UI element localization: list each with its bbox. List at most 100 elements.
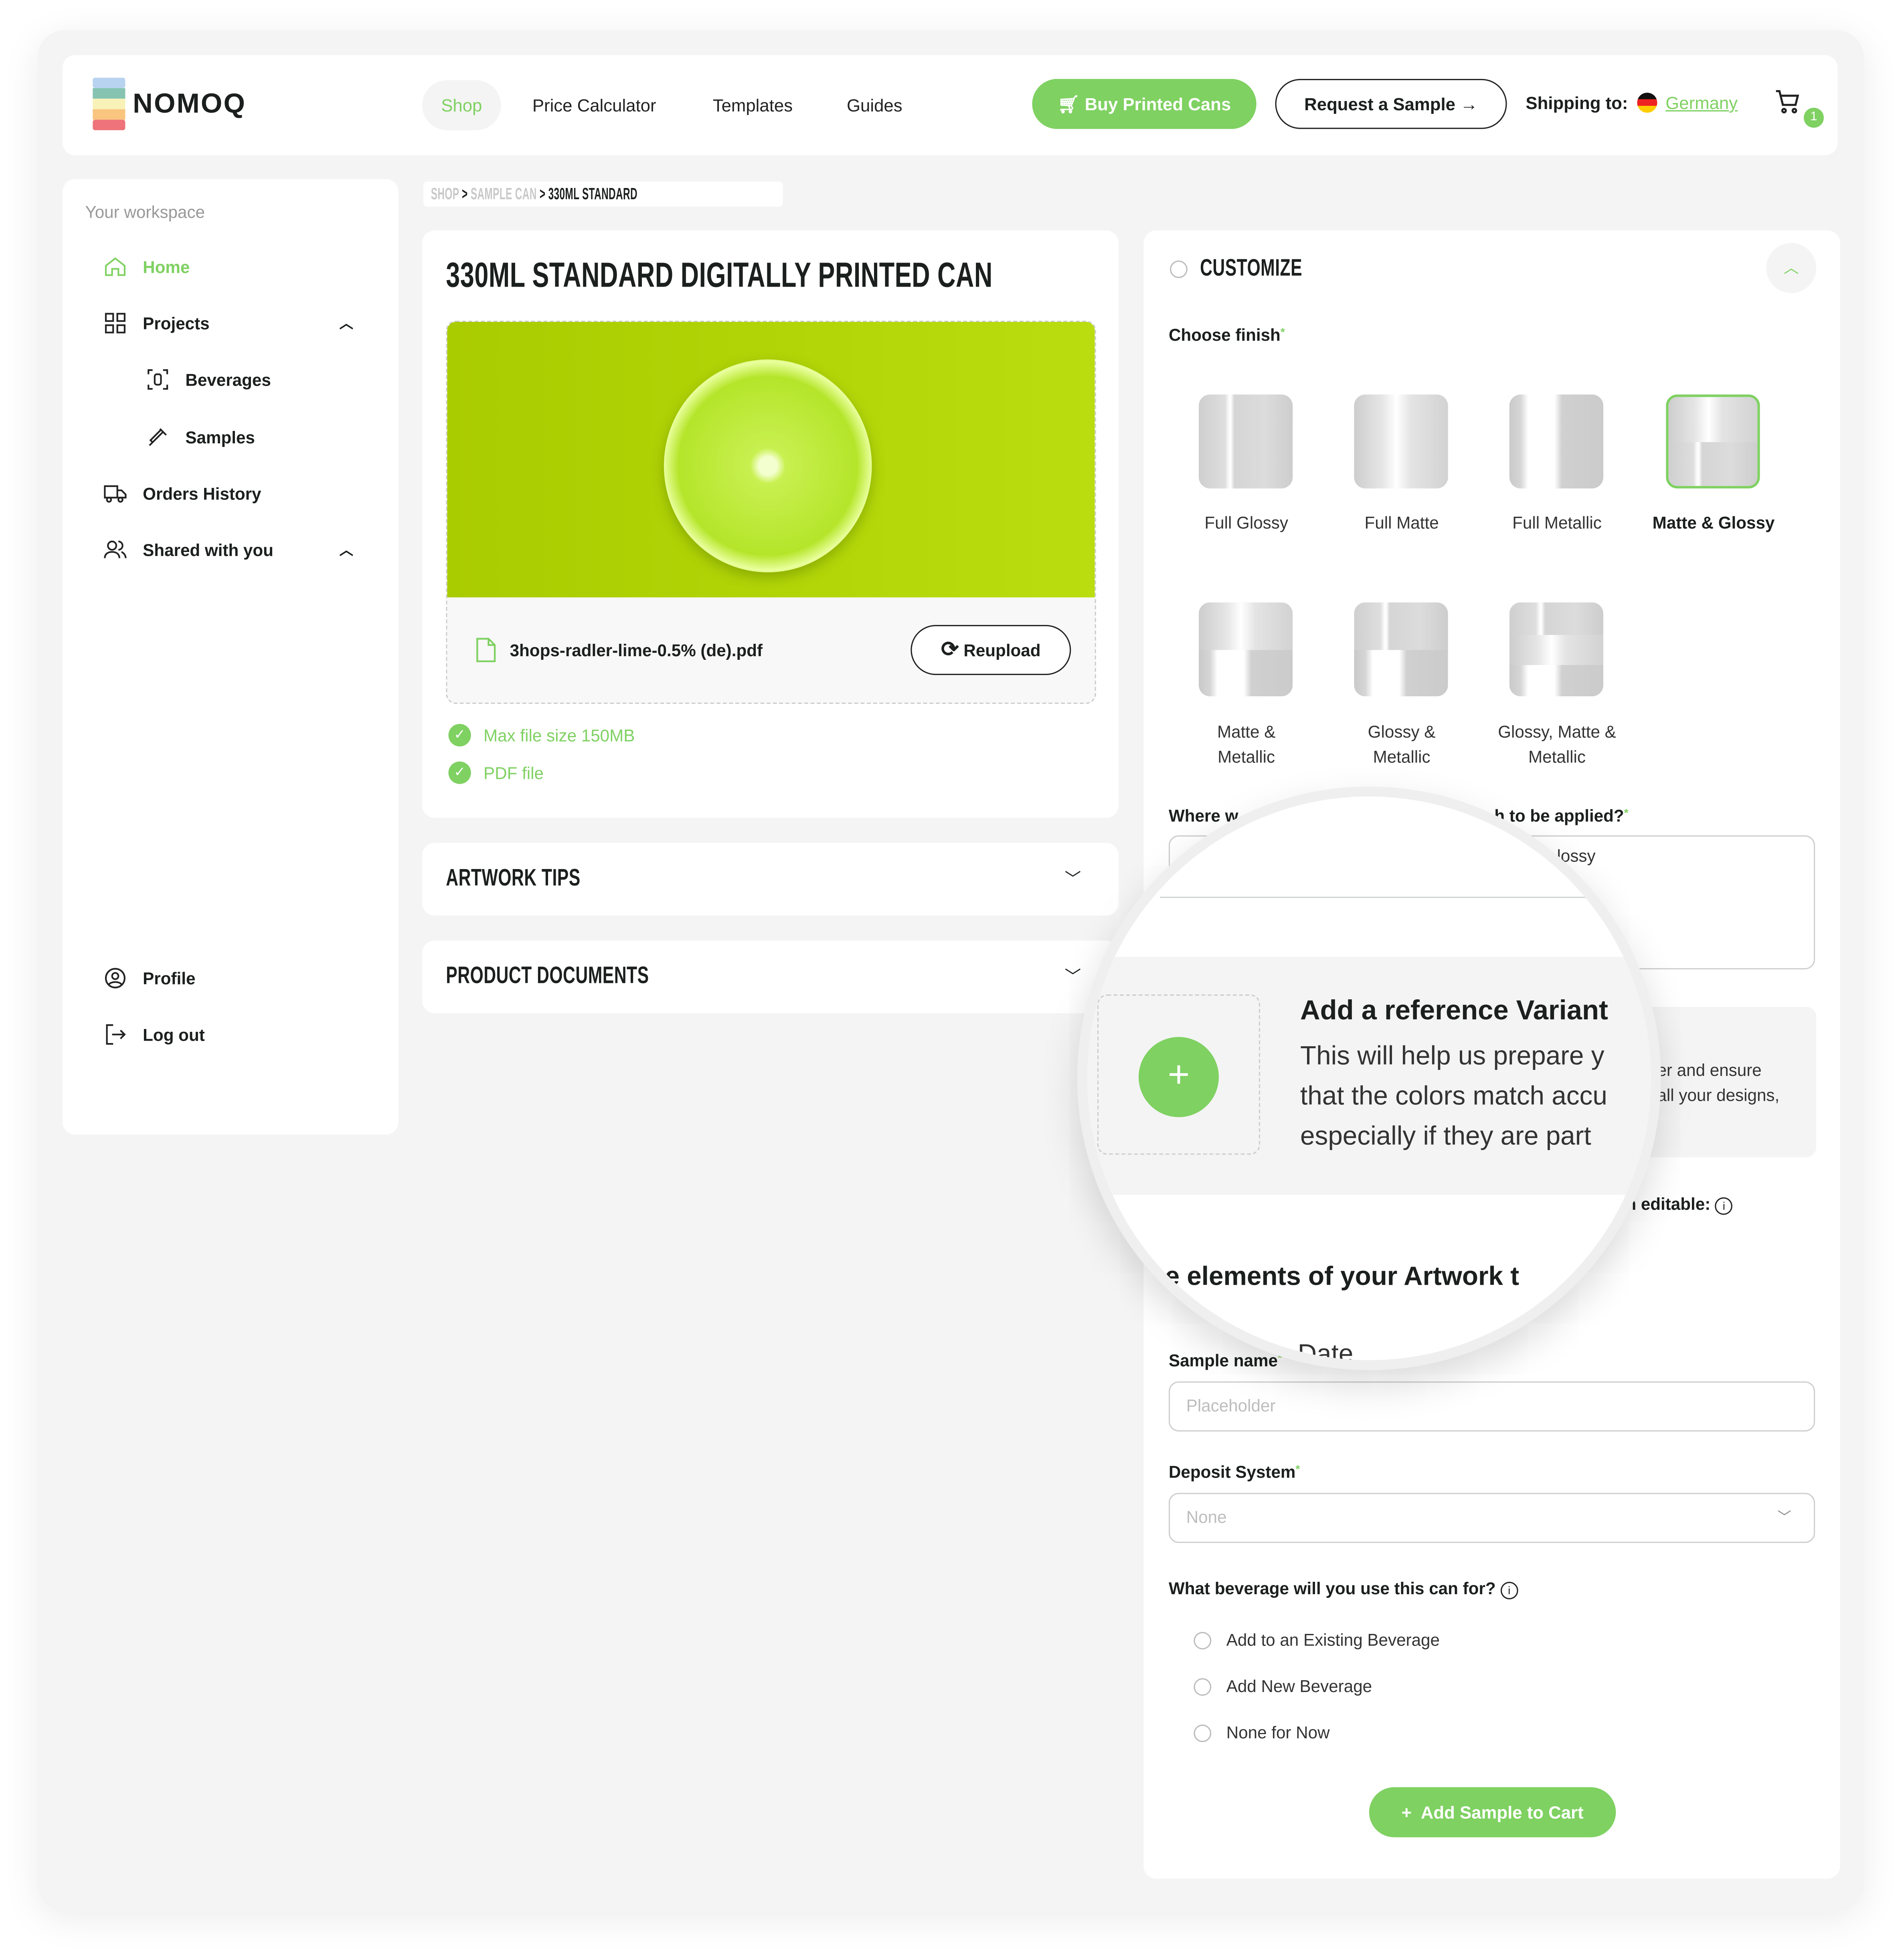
file-name: 3hops-radler-lime-0.5% (de).pdf bbox=[510, 641, 763, 659]
finish-glossy-matte-metallic[interactable] bbox=[1509, 602, 1604, 697]
sidebar-item-projects[interactable]: Projects ︿ bbox=[103, 311, 353, 336]
upload-dropzone[interactable]: 3hops-radler-lime-0.5% (de).pdf ⟳ Reuplo… bbox=[446, 320, 1096, 704]
info-icon[interactable]: i bbox=[1500, 1581, 1518, 1599]
add-sample-to-cart-button[interactable]: + Add Sample to Cart bbox=[1369, 1787, 1616, 1838]
file-icon bbox=[476, 638, 496, 662]
chevron-up-icon[interactable]: ︿ bbox=[340, 540, 353, 560]
radio-circle bbox=[1194, 1724, 1212, 1742]
radio-circle bbox=[1194, 1631, 1212, 1649]
radio-new-beverage[interactable]: Add New Beverage bbox=[1194, 1677, 1372, 1696]
chevron-up-icon[interactable]: ︿ bbox=[340, 313, 353, 333]
chevron-down-icon: ﹀ bbox=[1064, 966, 1081, 986]
nav-price-calculator[interactable]: Price Calculator bbox=[532, 80, 656, 130]
breadcrumb-shop[interactable]: SHOP bbox=[431, 184, 459, 203]
step-circle-icon bbox=[1170, 260, 1188, 278]
accordion-product-documents[interactable]: PRODUCT DOCUMENTS ﹀ bbox=[422, 940, 1119, 1013]
can-scan-icon bbox=[148, 369, 168, 390]
finish-full-metallic[interactable] bbox=[1509, 394, 1604, 489]
sidebar: Your workspace Home Projects ︿ Beverages… bbox=[63, 179, 399, 1135]
arrow-right-icon: → bbox=[1460, 94, 1478, 114]
deposit-system-label: Deposit System* bbox=[1168, 1463, 1300, 1482]
shipping-selector[interactable]: Shipping to: Germany bbox=[1526, 93, 1738, 113]
check-circle-icon: ✓ bbox=[448, 724, 471, 747]
check-circle-icon: ✓ bbox=[448, 761, 471, 784]
logo[interactable]: NOMOQ bbox=[93, 77, 247, 130]
breadcrumb-sample-can[interactable]: SAMPLE CAN bbox=[471, 184, 537, 203]
sidebar-item-orders-history[interactable]: Orders History bbox=[103, 481, 261, 506]
sidebar-item-home[interactable]: Home bbox=[103, 254, 190, 279]
top-header: NOMOQ Shop Price Calculator Templates Gu… bbox=[63, 55, 1838, 156]
lime-slice-image bbox=[664, 359, 872, 572]
check-filesize: ✓ Max file size 150MB bbox=[448, 724, 635, 747]
shipping-country-link[interactable]: Germany bbox=[1665, 93, 1738, 113]
info-text: all your designs, bbox=[1657, 1086, 1780, 1105]
germany-flag-icon bbox=[1637, 93, 1657, 113]
truck-icon bbox=[104, 485, 127, 503]
magnified-editable-text: e elements of your Artwork t bbox=[1165, 1262, 1520, 1292]
add-variant-button[interactable]: + bbox=[1138, 1037, 1219, 1117]
pipette-icon bbox=[149, 428, 167, 446]
refresh-icon: ⟳ bbox=[941, 637, 959, 661]
deposit-system-select[interactable]: None ﹀ bbox=[1168, 1493, 1815, 1543]
finish-label: Matte & Glossy bbox=[1652, 513, 1775, 532]
finish-label: Full Glossy bbox=[1204, 513, 1288, 532]
finish-full-matte[interactable] bbox=[1354, 394, 1448, 489]
sidebar-item-beverages[interactable]: Beverages bbox=[145, 367, 271, 392]
sample-name-input[interactable]: Placeholder bbox=[1168, 1381, 1815, 1432]
request-sample-button[interactable]: Request a Sample → bbox=[1275, 79, 1507, 129]
editable-label: n editable: i bbox=[1626, 1195, 1733, 1215]
magnified-heading: Add a reference Variant bbox=[1300, 994, 1608, 1026]
finish-label: Glossy & Metallic bbox=[1368, 722, 1436, 767]
nav-shop[interactable]: Shop bbox=[422, 80, 501, 130]
magnified-text: that the colors match accu bbox=[1300, 1082, 1607, 1111]
nav-guides[interactable]: Guides bbox=[847, 80, 902, 130]
finish-matte-metallic[interactable] bbox=[1198, 602, 1293, 697]
finish-glossy-metallic[interactable] bbox=[1354, 602, 1448, 697]
breadcrumb-current: 330ML STANDARD bbox=[548, 184, 637, 203]
collapse-button[interactable]: ︿ bbox=[1766, 243, 1817, 293]
page-title: 330ML STANDARD DIGITALLY PRINTED CAN bbox=[446, 255, 993, 295]
magnified-text: This will help us prepare y bbox=[1300, 1042, 1605, 1071]
radio-existing-beverage[interactable]: Add to an Existing Beverage bbox=[1194, 1631, 1440, 1650]
finish-full-glossy[interactable] bbox=[1198, 394, 1293, 489]
cart-count-badge: 1 bbox=[1803, 107, 1824, 128]
artwork-preview bbox=[447, 321, 1095, 598]
magnified-divider bbox=[1160, 896, 1586, 898]
logo-text: NOMOQ bbox=[133, 87, 247, 119]
magnified-text: especially if they are part bbox=[1300, 1122, 1591, 1151]
breadcrumb: SHOP > SAMPLE CAN > 330ML STANDARD bbox=[423, 182, 783, 207]
logout-icon bbox=[106, 1024, 126, 1045]
grid-icon bbox=[105, 313, 125, 334]
nav-templates[interactable]: Templates bbox=[713, 80, 793, 130]
info-icon[interactable]: i bbox=[1715, 1197, 1733, 1215]
magnifier-lens: + Add a reference Variant This will help… bbox=[1077, 786, 1661, 1370]
product-card: 330ML STANDARD DIGITALLY PRINTED CAN 3ho… bbox=[422, 230, 1119, 818]
sidebar-item-profile[interactable]: Profile bbox=[103, 966, 195, 991]
plus-icon: + bbox=[1401, 1802, 1412, 1822]
info-text: er and ensure bbox=[1657, 1061, 1762, 1080]
home-icon bbox=[105, 257, 125, 276]
sidebar-item-shared-with-you[interactable]: Shared with you ︿ bbox=[103, 537, 353, 562]
sample-name-label: Sample name* bbox=[1168, 1351, 1282, 1370]
chevron-down-icon: ﹀ bbox=[1777, 1510, 1791, 1526]
buy-printed-cans-button[interactable]: 🛒︎ Buy Printed Cans bbox=[1032, 79, 1257, 129]
finish-label: Glossy, Matte & Metallic bbox=[1498, 722, 1616, 767]
check-pdf: ✓ PDF file bbox=[448, 761, 544, 784]
chevron-down-icon: ﹀ bbox=[1064, 869, 1081, 888]
sidebar-item-logout[interactable]: Log out bbox=[103, 1022, 205, 1047]
logo-can-icon bbox=[93, 77, 125, 130]
customize-header[interactable]: CUSTOMIZE bbox=[1170, 255, 1342, 283]
radio-none-for-now[interactable]: None for Now bbox=[1194, 1723, 1330, 1742]
cart-button[interactable]: 1 bbox=[1774, 88, 1824, 128]
reupload-button[interactable]: ⟳ Reupload bbox=[911, 625, 1071, 675]
accordion-artwork-tips[interactable]: ARTWORK TIPS ﹀ bbox=[422, 843, 1119, 916]
user-circle-icon bbox=[105, 968, 125, 989]
finish-label: Matte & Metallic bbox=[1217, 722, 1276, 767]
where-applied-label-end: h to be applied?* bbox=[1494, 807, 1629, 825]
workspace-label: Your workspace bbox=[85, 203, 205, 222]
finish-matte-glossy[interactable] bbox=[1666, 394, 1760, 489]
beverage-question: What beverage will you use this can for?… bbox=[1169, 1579, 1518, 1599]
users-icon bbox=[104, 540, 127, 558]
sidebar-item-samples[interactable]: Samples bbox=[145, 425, 255, 449]
main-nav: Shop Price Calculator Templates Guides bbox=[422, 80, 948, 130]
